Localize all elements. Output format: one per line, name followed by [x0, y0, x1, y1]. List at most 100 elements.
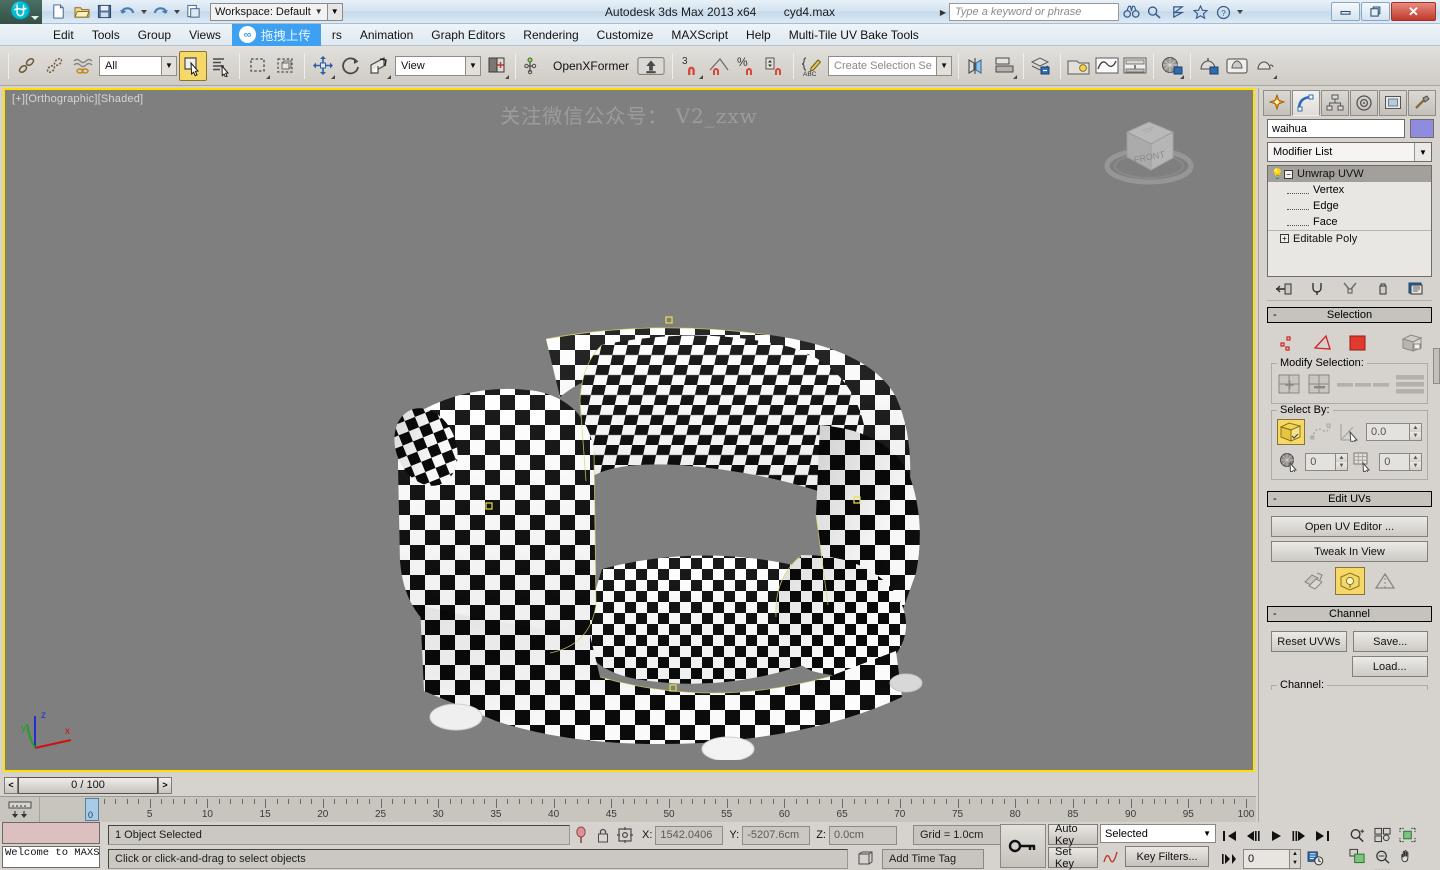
hierarchy-tab[interactable] [1321, 90, 1349, 116]
open-uv-editor-button[interactable]: Open UV Editor ... [1271, 516, 1428, 537]
time-configuration-icon[interactable] [1304, 848, 1326, 869]
shrink-selection-icon[interactable] [1307, 372, 1333, 398]
select-by-name-icon[interactable] [207, 51, 235, 81]
snaps-toggle-3-icon[interactable]: 3 [677, 51, 705, 81]
select-and-scale-icon[interactable] [365, 51, 393, 81]
workspace-selector[interactable]: Workspace: Default ▼ [210, 2, 328, 21]
chevron-right-icon[interactable]: ▶ [940, 8, 946, 17]
render-production-icon[interactable] [1251, 51, 1279, 81]
zoom-extents-all-icon[interactable] [1345, 845, 1370, 866]
smoothing-group-spinner[interactable]: ▲ ▼ [1409, 454, 1421, 470]
openxformer-button[interactable] [634, 51, 668, 81]
pan-icon[interactable] [1395, 845, 1420, 866]
configure-modifier-sets-icon[interactable] [1406, 280, 1426, 298]
menu-item-edit[interactable]: Edit [44, 25, 83, 45]
planar-angle-icon[interactable] [1337, 420, 1363, 444]
material-id-spinner[interactable]: ▲ ▼ [1335, 454, 1347, 470]
curve-editor-icon[interactable] [1093, 51, 1121, 81]
element-sub-object-icon[interactable] [1400, 331, 1426, 355]
command-panel-scrollbar[interactable] [1433, 348, 1440, 384]
smoothing-group-field[interactable]: 0 ▲ ▼ [1379, 453, 1422, 471]
select-by-smoothing-group-icon[interactable] [1351, 450, 1376, 474]
menu-item-group[interactable]: Group [129, 25, 180, 45]
selection-lock-icon[interactable] [592, 825, 614, 846]
reference-coordinate-combo[interactable]: View ▼ [395, 55, 481, 76]
bind-to-space-warp-icon[interactable] [69, 51, 97, 81]
coord-x-field[interactable]: 1542.0406 [655, 825, 724, 845]
key-mode-toggle-icon[interactable] [1218, 848, 1240, 869]
track-bar-playhead[interactable]: 0 [85, 798, 99, 821]
binoculars-icon[interactable] [1121, 2, 1142, 22]
modifier-substack-item-vertex[interactable]: Vertex [1268, 182, 1431, 198]
material-id-field[interactable]: 0 ▲ ▼ [1305, 453, 1348, 471]
window-crossing-icon[interactable] [272, 51, 300, 81]
named-selection-sets-combo[interactable]: Create Selection Se ▼ [828, 55, 953, 76]
search-input[interactable]: Type a keyword or phrase [949, 3, 1119, 21]
frame-spinner[interactable]: ▲ ▼ [1289, 849, 1300, 868]
ring-uvs-icon[interactable] [1395, 374, 1425, 396]
viewport[interactable]: [+][Orthographic][Shaded] 关注微信公众号： V2_zx… [3, 88, 1255, 772]
menu-item-modifiers[interactable]: rs [323, 25, 351, 45]
time-slider[interactable]: < 0 / 100 > [0, 774, 1256, 796]
planar-angle-field[interactable]: 0.0 ▲ ▼ [1366, 423, 1422, 441]
object-name-field[interactable]: waihua [1267, 119, 1405, 138]
set-key-button[interactable]: Set Key [1048, 846, 1098, 870]
key-curve-icon[interactable] [1100, 846, 1122, 867]
project-folder-icon[interactable] [183, 2, 204, 22]
armchair-model[interactable] [350, 305, 970, 760]
mirror-icon[interactable] [963, 51, 991, 81]
modify-tab[interactable] [1292, 90, 1320, 116]
rectangular-selection-region-icon[interactable] [244, 51, 272, 81]
viewcube[interactable]: FRONT TOP [1093, 108, 1205, 194]
play-animation-icon[interactable] [1264, 825, 1287, 847]
edge-sub-object-icon[interactable] [1311, 331, 1337, 355]
remove-modifier-icon[interactable] [1373, 280, 1393, 298]
select-object-icon[interactable] [179, 50, 207, 81]
go-to-start-icon[interactable] [1218, 825, 1241, 847]
maximize-viewport-icon[interactable] [1370, 866, 1395, 870]
open-file-icon[interactable] [71, 2, 92, 22]
redo-dropdown-icon[interactable] [174, 9, 180, 14]
select-and-move-icon[interactable] [309, 51, 337, 81]
auto-key-button[interactable]: Auto Key [1048, 823, 1098, 847]
menu-item-graph-editors[interactable]: Graph Editors [422, 25, 514, 45]
application-menu-button[interactable]: ⛎ [0, 0, 42, 24]
menu-item-views[interactable]: Views [180, 25, 230, 45]
close-button[interactable]: ✕ [1391, 2, 1436, 21]
collapse-icon[interactable]: − [1284, 169, 1293, 179]
make-unique-icon[interactable] [1340, 280, 1360, 298]
light-bulb-icon[interactable]: 💡 [1271, 169, 1284, 180]
use-center-icon[interactable] [483, 51, 511, 81]
go-to-end-icon[interactable] [1310, 825, 1333, 847]
next-frame-arrow[interactable]: > [158, 776, 172, 794]
zoom-extents-icon[interactable] [1395, 824, 1420, 845]
reset-uvws-button[interactable]: Reset UVWs [1271, 631, 1347, 652]
tweak-in-view-button[interactable]: Tweak In View [1271, 541, 1428, 562]
vertex-sub-object-icon[interactable] [1277, 331, 1303, 355]
object-color-swatch[interactable] [1410, 119, 1434, 138]
material-editor-icon[interactable] [1158, 51, 1186, 81]
show-end-result-icon[interactable] [1307, 280, 1327, 298]
peel-mode-icon[interactable] [1371, 568, 1399, 594]
menu-item-tools[interactable]: Tools [83, 25, 129, 45]
adaptive-degradation-icon[interactable] [854, 849, 876, 870]
redo-icon[interactable] [150, 2, 171, 22]
minimize-button[interactable] [1331, 2, 1360, 21]
previous-frame-icon[interactable] [1241, 825, 1264, 847]
modifier-list-combo[interactable]: Modifier List ▼ [1267, 142, 1432, 162]
modifier-stack-item-editable-poly[interactable]: + Editable Poly [1268, 230, 1431, 246]
restore-button[interactable] [1361, 2, 1390, 21]
zoom-icon[interactable] [1345, 824, 1370, 845]
add-time-tag-field[interactable]: Add Time Tag [882, 849, 984, 869]
expand-icon[interactable]: + [1280, 234, 1289, 243]
modifier-stack[interactable]: 💡 − Unwrap UVW Vertex Edge Face + Editab… [1267, 165, 1432, 277]
angle-snap-toggle-icon[interactable] [705, 51, 733, 81]
workflow-icon[interactable] [1167, 2, 1188, 22]
rollout-header-channel[interactable]: - Channel [1267, 606, 1432, 622]
set-key-toggle-button[interactable] [1000, 824, 1046, 868]
motion-tab[interactable] [1350, 90, 1378, 116]
spinner-snap-toggle-icon[interactable] [761, 51, 789, 81]
align-icon[interactable] [991, 51, 1019, 81]
isolate-selection-icon[interactable] [570, 825, 592, 846]
menu-item-multi-tile-uv-bake-tools[interactable]: Multi-Tile UV Bake Tools [780, 25, 928, 45]
